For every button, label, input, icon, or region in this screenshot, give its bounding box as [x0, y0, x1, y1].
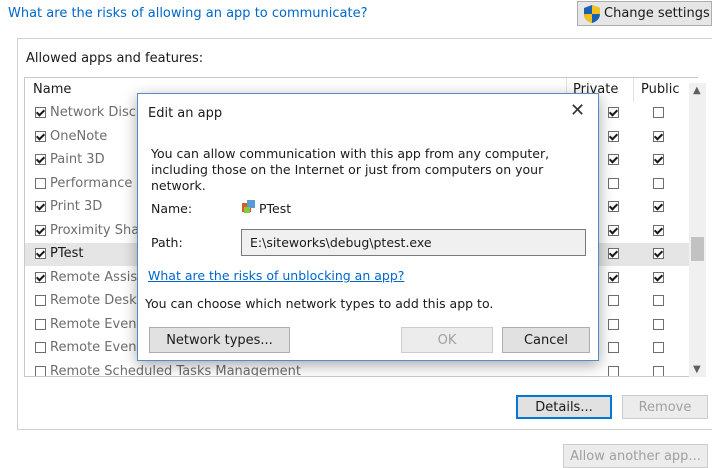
ok-button[interactable]: OK: [401, 327, 493, 353]
scroll-down-icon[interactable]: ▼: [693, 364, 701, 375]
scroll-up-icon[interactable]: ▲: [693, 85, 701, 96]
column-header-public[interactable]: Public: [641, 82, 679, 97]
private-checkbox[interactable]: [608, 154, 619, 165]
public-checkbox[interactable]: [653, 201, 664, 212]
private-checkbox[interactable]: [608, 248, 619, 259]
private-checkbox[interactable]: [608, 271, 619, 283]
app-name-value: PTest: [259, 201, 292, 216]
change-settings-button[interactable]: Change settings: [577, 1, 712, 26]
path-label: Path:: [151, 235, 183, 250]
public-checkbox[interactable]: [653, 318, 664, 330]
private-checkbox[interactable]: [608, 318, 619, 330]
column-divider: [633, 78, 634, 102]
private-checkbox[interactable]: [608, 177, 619, 189]
app-enabled-checkbox[interactable]: [35, 154, 46, 165]
app-icon: [242, 200, 255, 213]
allow-another-app-button[interactable]: Allow another app...: [563, 444, 708, 468]
dialog-description: You can allow communication with this ap…: [151, 146, 550, 193]
app-enabled-checkbox[interactable]: [35, 224, 46, 236]
risks-link[interactable]: What are the risks of allowing an app to…: [8, 6, 368, 21]
remove-button[interactable]: Remove: [622, 395, 708, 419]
app-name: Remote Assis: [50, 269, 138, 285]
public-checkbox[interactable]: [653, 224, 664, 236]
column-header-name[interactable]: Name: [33, 82, 71, 97]
public-checkbox[interactable]: [653, 342, 664, 353]
app-name: Network Disc: [50, 105, 136, 120]
app-enabled-checkbox[interactable]: [35, 130, 46, 142]
scroll-thumb[interactable]: [691, 237, 704, 261]
app-enabled-checkbox[interactable]: [35, 107, 46, 118]
app-name: Performance: [50, 175, 133, 191]
app-enabled-checkbox[interactable]: [35, 271, 46, 283]
app-enabled-checkbox[interactable]: [35, 177, 46, 189]
name-label: Name:: [151, 201, 193, 216]
cancel-button[interactable]: Cancel: [502, 327, 590, 353]
app-name: Remote Desk: [50, 293, 137, 308]
public-checkbox[interactable]: [653, 177, 664, 189]
dialog-title: Edit an app: [148, 106, 223, 121]
public-checkbox[interactable]: [653, 154, 664, 165]
private-checkbox[interactable]: [608, 224, 619, 236]
app-name: Remote Even: [50, 340, 137, 355]
network-types-hint: You can choose which network types to ad…: [145, 296, 494, 311]
app-name: Remote Even: [50, 316, 137, 332]
vertical-scrollbar[interactable]: ▲ ▼: [689, 83, 706, 377]
public-checkbox[interactable]: [653, 130, 664, 142]
app-enabled-checkbox[interactable]: [35, 248, 46, 259]
table-row[interactable]: Remote Scheduled Tasks Management: [25, 361, 698, 377]
public-checkbox[interactable]: [653, 107, 664, 118]
change-settings-label: Change settings: [604, 6, 710, 21]
private-checkbox[interactable]: [608, 201, 619, 212]
private-checkbox[interactable]: [608, 107, 619, 118]
app-name: Remote Scheduled Tasks Management: [50, 363, 302, 377]
edit-app-dialog: Edit an app ✕ You can allow communicatio…: [137, 93, 599, 361]
private-checkbox[interactable]: [608, 342, 619, 353]
app-name: Print 3D: [50, 199, 103, 214]
app-enabled-checkbox[interactable]: [35, 318, 46, 330]
private-checkbox[interactable]: [608, 130, 619, 142]
app-name: PTest: [50, 246, 84, 261]
public-checkbox[interactable]: [653, 365, 664, 376]
public-checkbox[interactable]: [653, 271, 664, 283]
app-name: Paint 3D: [50, 152, 105, 167]
app-enabled-checkbox[interactable]: [35, 295, 46, 306]
app-enabled-checkbox[interactable]: [35, 365, 46, 376]
group-title: Allowed apps and features:: [26, 51, 204, 66]
public-checkbox[interactable]: [653, 248, 664, 259]
uac-shield-icon: [584, 4, 600, 23]
private-checkbox[interactable]: [608, 365, 619, 376]
app-enabled-checkbox[interactable]: [35, 342, 46, 353]
app-name: Proximity Sha: [50, 222, 140, 238]
unblock-risks-link[interactable]: What are the risks of unblocking an app?: [148, 268, 404, 283]
public-checkbox[interactable]: [653, 295, 664, 306]
private-checkbox[interactable]: [608, 295, 619, 306]
path-field[interactable]: E:\siteworks\debug\ptest.exe: [241, 229, 586, 256]
network-types-button[interactable]: Network types...: [149, 327, 290, 353]
close-icon[interactable]: ✕: [570, 100, 585, 121]
details-button[interactable]: Details...: [516, 395, 612, 419]
app-enabled-checkbox[interactable]: [35, 201, 46, 212]
app-name: OneNote: [50, 128, 108, 144]
